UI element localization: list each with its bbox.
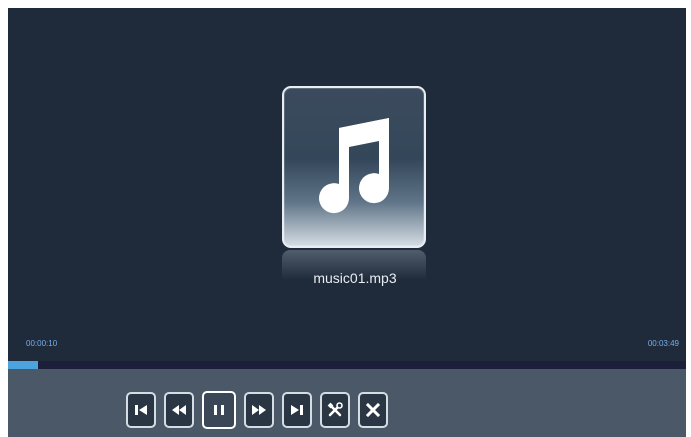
playback-controls [126,391,388,429]
rewind-button[interactable] [164,392,194,428]
next-button[interactable] [282,392,312,428]
album-art [282,86,428,280]
rewind-icon [172,405,186,415]
album-art-frame [282,86,426,248]
pause-button[interactable] [202,391,236,429]
progress-fill [8,361,38,369]
progress-bar[interactable] [8,361,686,369]
current-time: 00:00:10 [26,339,58,348]
music-note-icon [319,118,390,214]
fast-forward-icon [252,405,266,415]
tools-button[interactable] [320,392,350,428]
tools-icon [327,402,343,417]
close-button[interactable] [358,392,388,428]
control-bar [8,369,686,437]
music-player: music01.mp3 00:00:10 00:03:49 [8,8,686,437]
total-time: 00:03:49 [647,339,679,348]
close-icon [366,403,380,417]
track-filename: music01.mp3 [313,270,397,286]
skip-previous-icon [135,405,147,415]
pause-icon [214,405,224,415]
previous-button[interactable] [126,392,156,428]
skip-next-icon [291,405,303,415]
fast-forward-button[interactable] [244,392,274,428]
